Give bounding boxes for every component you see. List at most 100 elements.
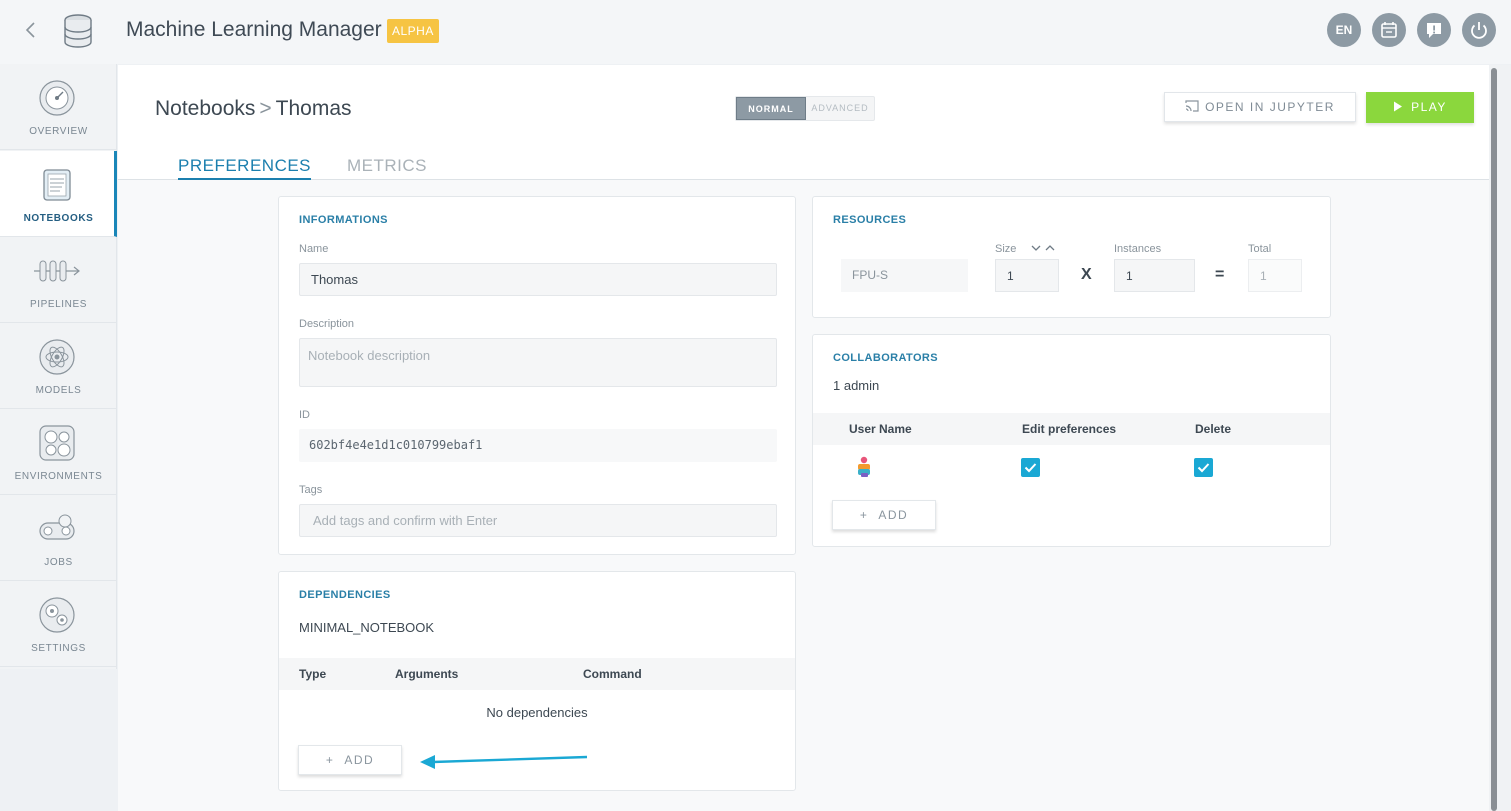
resource-type-value: FPU-S <box>841 259 968 292</box>
atom-model-icon <box>39 339 75 375</box>
column-header: Edit preferences <box>1022 422 1117 436</box>
sidebar-item-models[interactable]: MODELS <box>0 323 117 409</box>
tags-input[interactable]: Add tags and confirm with Enter <box>299 504 777 537</box>
pipeline-icon <box>34 260 80 282</box>
mode-advanced-button[interactable]: ADVANCED <box>806 97 874 120</box>
sidebar-item-jobs[interactable]: JOBS <box>0 495 117 581</box>
sidebar-item-label: SETTINGS <box>31 643 86 654</box>
sidebar-item-notebooks[interactable]: NOTEBOOKS <box>0 151 117 237</box>
sidebar-item-label: MODELS <box>35 385 82 396</box>
gears-icon <box>39 597 75 633</box>
size-stepper-icon[interactable] <box>1030 243 1056 253</box>
column-header: Type <box>299 667 327 681</box>
play-label: PLAY <box>1411 100 1447 114</box>
card-title: INFORMATIONS <box>299 214 388 226</box>
size-input[interactable]: 1 <box>995 259 1059 292</box>
resources-card: RESOURCES FPU-S Size 1 X Instances 1 = T… <box>812 196 1331 318</box>
id-value: 602bf4e4e1d1c010799ebaf1 <box>299 429 777 462</box>
base-image: MINIMAL_NOTEBOOK <box>299 620 435 635</box>
instances-input[interactable]: 1 <box>1114 259 1195 292</box>
feedback-icon <box>1427 23 1441 38</box>
id-label: ID <box>299 409 310 421</box>
calendar-button[interactable] <box>1372 13 1406 47</box>
sidebar-item-environments[interactable]: ENVIRONMENTS <box>0 409 117 495</box>
dashboard-gauge-icon <box>39 80 75 116</box>
calendar-icon <box>1381 22 1397 38</box>
collaborators-table-header: User Name Edit preferences Delete <box>813 413 1330 445</box>
feedback-button[interactable] <box>1417 13 1451 47</box>
alpha-badge: ALPHA <box>387 19 439 43</box>
power-button[interactable] <box>1462 13 1496 47</box>
power-icon <box>1471 22 1487 39</box>
tags-label: Tags <box>299 484 323 496</box>
open-in-jupyter-button[interactable]: OPEN IN JUPYTER <box>1164 92 1356 122</box>
column-header: Command <box>583 667 642 681</box>
total-value: 1 <box>1248 259 1302 292</box>
total-label: Total <box>1248 243 1272 255</box>
mode-normal-button[interactable]: NORMAL <box>736 97 806 120</box>
sidebar-item-label: OVERVIEW <box>29 126 88 137</box>
scrollbar-thumb[interactable] <box>1491 68 1497 811</box>
empty-message: No dependencies <box>486 705 588 720</box>
card-title: COLLABORATORS <box>833 352 939 364</box>
sidebar-item-settings[interactable]: SETTINGS <box>0 581 117 667</box>
description-field[interactable]: Notebook description <box>299 338 777 387</box>
column-header: Delete <box>1195 422 1232 436</box>
check-icon <box>1024 463 1037 473</box>
sidebar-item-label: JOBS <box>44 557 73 568</box>
top-bar: Machine Learning Manager ALPHA EN <box>0 0 1511 64</box>
dependencies-table-header: Type Arguments Command <box>279 658 795 690</box>
conveyor-icon <box>39 514 75 540</box>
tab-preferences[interactable]: PREFERENCES <box>178 156 312 180</box>
main-panel: Notebooks > Thomas NORMAL ADVANCED OPEN IN… <box>118 65 1489 811</box>
tab-metrics[interactable]: METRICS <box>347 156 427 176</box>
play-button[interactable]: PLAY <box>1366 92 1474 123</box>
play-icon <box>1394 101 1403 112</box>
name-field[interactable]: Thomas <box>299 263 777 296</box>
add-label: ADD <box>878 508 909 522</box>
notebook-icon <box>43 169 71 201</box>
add-dependency-button[interactable]: + ADD <box>298 745 402 775</box>
sidebar-item-label: ENVIRONMENTS <box>14 471 103 482</box>
back-chevron-icon[interactable] <box>20 18 40 42</box>
sidebar-item-pipelines[interactable]: PIPELINES <box>0 237 117 323</box>
multiply-sign: X <box>1081 266 1092 283</box>
check-icon <box>1197 463 1210 473</box>
annotation-arrow-icon <box>420 755 588 769</box>
add-label: ADD <box>344 753 375 767</box>
cluster-icon <box>39 425 75 461</box>
language-button[interactable]: EN <box>1327 13 1361 47</box>
sidebar-item-label: NOTEBOOKS <box>23 213 94 224</box>
column-header: Arguments <box>395 667 459 681</box>
edit-preferences-checkbox[interactable] <box>1021 458 1040 477</box>
sidebar-item-label: PIPELINES <box>29 299 88 310</box>
add-collaborator-button[interactable]: + ADD <box>832 500 936 530</box>
user-avatar-icon <box>858 456 870 477</box>
name-label: Name <box>299 243 329 255</box>
app-title: Machine Learning Manager <box>126 18 382 41</box>
size-label: Size <box>995 243 1017 255</box>
card-title: RESOURCES <box>833 214 907 226</box>
database-icon <box>62 13 94 49</box>
card-title: DEPENDENCIES <box>299 589 391 601</box>
mode-toggle: NORMAL ADVANCED <box>735 96 875 121</box>
breadcrumb-notebooks[interactable]: Notebooks <box>155 97 255 120</box>
page-header: Notebooks > Thomas NORMAL ADVANCED OPEN IN… <box>118 65 1489 180</box>
breadcrumb: Notebooks > Thomas <box>155 97 352 121</box>
open-in-jupyter-label: OPEN IN JUPYTER <box>1205 100 1335 114</box>
equals-sign: = <box>1215 266 1225 283</box>
instances-label: Instances <box>1114 243 1162 255</box>
plus-icon: + <box>859 508 869 522</box>
breadcrumb-current: Thomas <box>275 97 352 120</box>
description-label: Description <box>299 318 355 330</box>
collaborators-card: COLLABORATORS 1 admin User Name Edit pre… <box>812 334 1331 547</box>
delete-checkbox[interactable] <box>1194 458 1213 477</box>
column-header: User Name <box>849 422 912 436</box>
sidebar-item-overview[interactable]: OVERVIEW <box>0 64 117 150</box>
breadcrumb-separator: > <box>259 97 272 120</box>
plus-icon: + <box>325 753 335 767</box>
sidebar: OVERVIEW NOTEBOOKS PIPELINES MODELS ENVI… <box>0 64 117 669</box>
cast-icon <box>1185 100 1199 112</box>
informations-card: INFORMATIONS Name Thomas Description Not… <box>278 196 796 555</box>
collaborators-summary: 1 admin <box>833 378 880 393</box>
